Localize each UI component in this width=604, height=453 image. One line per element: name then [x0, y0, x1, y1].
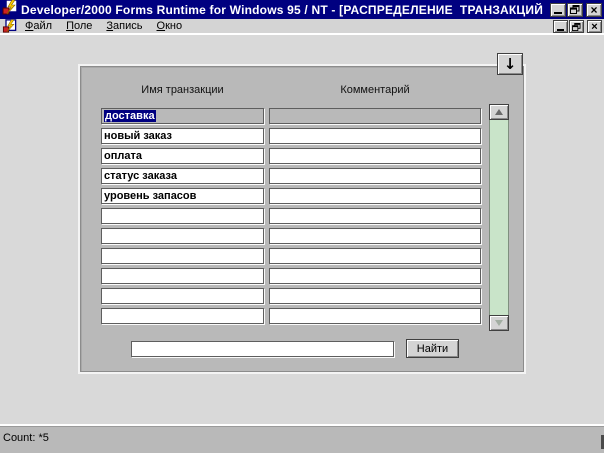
scroll-down-button[interactable]	[489, 315, 509, 331]
minimize-icon	[557, 28, 564, 31]
transaction-comment-field[interactable]	[269, 248, 481, 264]
record-count-status: Count: *5	[3, 432, 49, 444]
table-row: новый заказ	[101, 128, 481, 144]
transaction-comment-field[interactable]	[269, 168, 481, 184]
menu-item-1[interactable]: Поле	[59, 19, 99, 33]
transaction-name-field[interactable]	[101, 268, 264, 284]
table-row: статус заказа	[101, 168, 481, 184]
next-record-button[interactable]: ↓	[497, 53, 523, 75]
menu-item-0[interactable]: Файл	[18, 19, 59, 33]
transaction-name-field[interactable]: новый заказ	[101, 128, 264, 144]
menu-item-2[interactable]: Запись	[99, 19, 149, 33]
menu-bar: Файл Поле Запись Окно ×	[0, 19, 604, 34]
scroll-up-button[interactable]	[489, 104, 509, 120]
close-icon: ×	[590, 2, 598, 17]
table-row	[101, 308, 481, 324]
status-bar: Count: *5	[0, 426, 604, 453]
table-row: оплата	[101, 148, 481, 164]
column-header-comment: Комментарий	[340, 84, 410, 96]
transaction-name-field[interactable]: уровень запасов	[101, 188, 264, 204]
transaction-comment-field[interactable]	[269, 288, 481, 304]
table-row	[101, 288, 481, 304]
find-button[interactable]: Найти	[406, 339, 459, 358]
app-window: Developer/2000 Forms Runtime for Windows…	[0, 0, 604, 453]
table-row	[101, 248, 481, 264]
minimize-icon	[554, 12, 562, 14]
transaction-comment-field[interactable]	[269, 208, 481, 224]
records-list: доставка новый заказ оплата статус заказа ур…	[101, 108, 481, 324]
mdi-close-button[interactable]: ×	[587, 20, 602, 33]
transaction-name-field[interactable]	[101, 208, 264, 224]
transaction-comment-field[interactable]	[269, 148, 481, 164]
form-canvas: ↓ Имя транзакции Комментарий доставка нов…	[0, 34, 604, 424]
title-bar: Developer/2000 Forms Runtime for Windows…	[0, 0, 604, 19]
transaction-comment-field[interactable]	[269, 228, 481, 244]
menu-item-3[interactable]: Окно	[150, 19, 190, 33]
transaction-comment-field[interactable]	[269, 108, 481, 124]
transaction-name-field[interactable]	[101, 228, 264, 244]
table-row: уровень запасов	[101, 188, 481, 204]
table-row	[101, 228, 481, 244]
scroll-down-icon	[495, 320, 503, 326]
transactions-panel: Имя транзакции Комментарий доставка новый…	[80, 66, 524, 372]
restore-icon	[570, 5, 580, 14]
window-title: Developer/2000 Forms Runtime for Windows…	[21, 2, 548, 17]
transaction-name-field[interactable]	[101, 248, 264, 264]
record-scrollbar[interactable]	[489, 104, 509, 331]
down-arrow-icon: ↓	[503, 55, 517, 73]
document-system-icon[interactable]	[0, 19, 18, 33]
menu-items: Файл Поле Запись Окно	[18, 19, 189, 33]
search-input[interactable]	[131, 341, 394, 357]
minimize-button[interactable]	[550, 2, 566, 17]
selected-text: доставка	[104, 110, 156, 122]
close-icon: ×	[591, 20, 598, 33]
transaction-comment-field[interactable]	[269, 128, 481, 144]
transaction-comment-field[interactable]	[269, 308, 481, 324]
transaction-name-field[interactable]	[101, 288, 264, 304]
transaction-name-field[interactable]: статус заказа	[101, 168, 264, 184]
restore-icon	[572, 22, 581, 31]
transaction-comment-field[interactable]	[269, 268, 481, 284]
table-row	[101, 268, 481, 284]
restore-button[interactable]	[567, 2, 583, 17]
table-row	[101, 208, 481, 224]
close-button[interactable]: ×	[586, 2, 602, 17]
transaction-name-field[interactable]	[101, 308, 264, 324]
app-icon	[2, 0, 18, 20]
table-row: доставка	[101, 108, 481, 124]
transaction-comment-field[interactable]	[269, 188, 481, 204]
scrollbar-track[interactable]	[489, 120, 509, 315]
scroll-up-icon	[495, 109, 503, 115]
transaction-name-field[interactable]: доставка	[101, 108, 264, 124]
mdi-restore-button[interactable]	[569, 20, 584, 33]
column-header-name: Имя транзакции	[141, 84, 224, 96]
transaction-name-field[interactable]: оплата	[101, 148, 264, 164]
mdi-minimize-button[interactable]	[553, 20, 568, 33]
